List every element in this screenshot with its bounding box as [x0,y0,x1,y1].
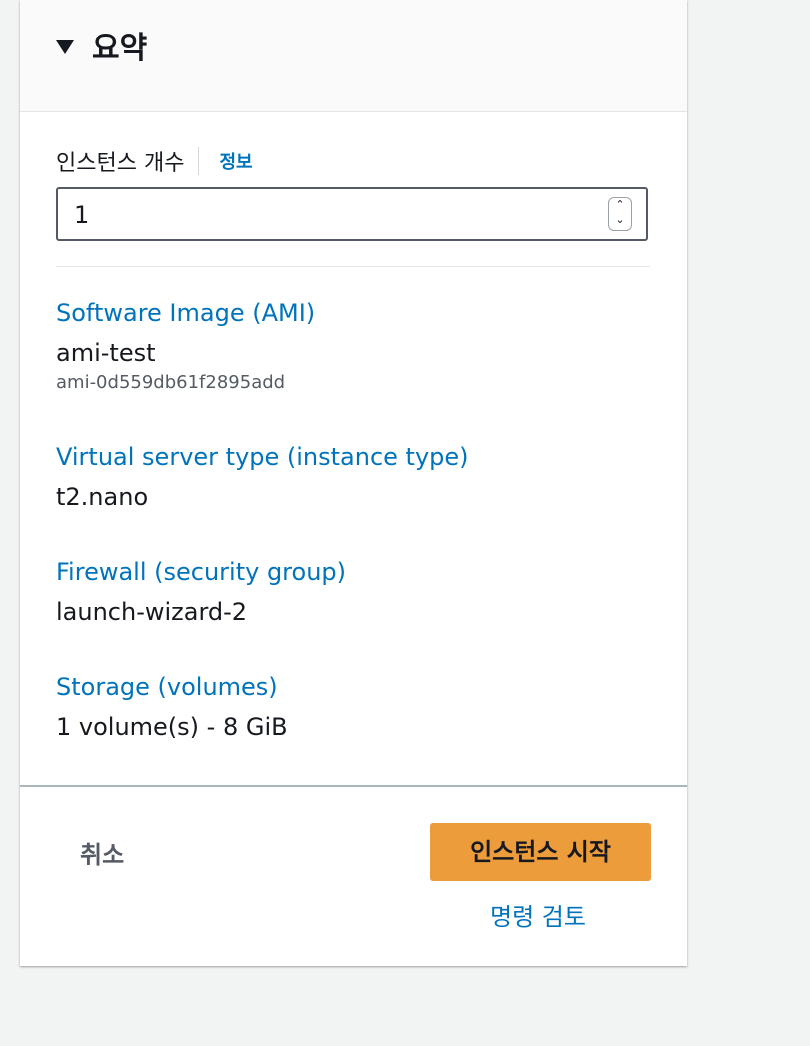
number-spinner[interactable]: ⌃ ⌄ [608,197,632,231]
summary-body: 인스턴스 개수 정보 1 ⌃ ⌄ Software Image (AMI) am… [20,112,687,784]
instance-count-label-row: 인스턴스 개수 정보 [56,145,253,177]
ami-title-link[interactable]: Software Image (AMI) [56,298,315,328]
summary-item-ami: Software Image (AMI) ami-test ami-0d559d… [56,298,315,394]
storage-title-link[interactable]: Storage (volumes) [56,672,288,702]
instance-count-label: 인스턴스 개수 [56,151,185,176]
instance-count-value[interactable]: 1 [74,201,89,229]
summary-item-instance-type: Virtual server type (instance type) t2.n… [56,442,469,512]
firewall-title-link[interactable]: Firewall (security group) [56,557,346,587]
divider [56,266,650,267]
cancel-button[interactable]: 취소 [80,835,124,870]
ami-id: ami-0d559db61f2895add [56,372,286,393]
summary-item-firewall: Firewall (security group) launch-wizard-… [56,557,346,627]
ami-name: ami-test [56,339,156,367]
caret-down-icon[interactable] [56,40,74,54]
summary-item-storage: Storage (volumes) 1 volume(s) - 8 GiB [56,672,288,742]
storage-value: 1 volume(s) - 8 GiB [56,713,288,741]
summary-title: 요약 [92,31,148,66]
instance-count-input[interactable]: 1 ⌃ ⌄ [56,187,648,241]
launch-instance-button[interactable]: 인스턴스 시작 [430,823,651,881]
summary-panel: 요약 인스턴스 개수 정보 1 ⌃ ⌄ Software Image (AMI)… [20,0,687,966]
instance-type-title-link[interactable]: Virtual server type (instance type) [56,442,469,472]
chevron-up-icon[interactable]: ⌃ [609,198,631,213]
label-divider [198,147,200,175]
instance-type-value: t2.nano [56,483,149,511]
review-commands-link[interactable]: 명령 검토 [490,897,586,932]
chevron-down-icon[interactable]: ⌄ [609,213,631,228]
firewall-value: launch-wizard-2 [56,598,248,626]
info-link[interactable]: 정보 [219,148,252,174]
summary-header[interactable]: 요약 [20,0,687,112]
summary-footer: 취소 인스턴스 시작 명령 검토 [20,785,687,966]
